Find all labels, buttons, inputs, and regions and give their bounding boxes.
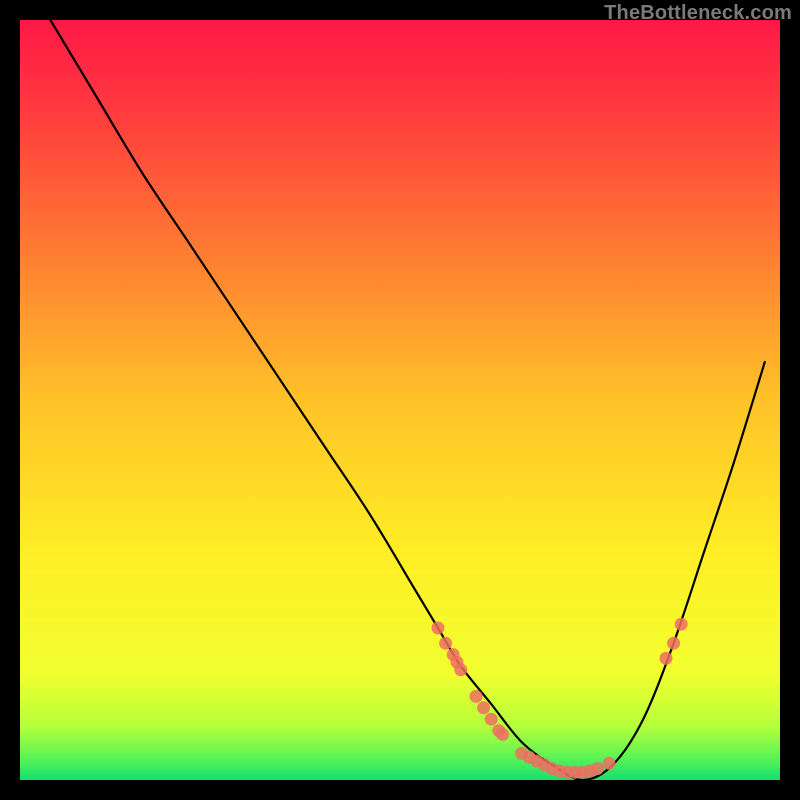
data-marker	[485, 713, 498, 726]
data-marker	[603, 757, 616, 770]
data-marker	[432, 622, 445, 635]
chart-frame: TheBottleneck.com	[0, 0, 800, 800]
data-marker	[591, 762, 604, 775]
data-marker	[470, 690, 483, 703]
plot-area	[20, 20, 780, 780]
data-marker	[667, 637, 680, 650]
data-marker	[675, 618, 688, 631]
data-marker	[454, 663, 467, 676]
data-marker	[477, 701, 490, 714]
watermark-text: TheBottleneck.com	[604, 2, 792, 25]
data-marker	[660, 652, 673, 665]
data-marker	[439, 637, 452, 650]
chart-svg	[20, 20, 780, 780]
data-marker	[496, 728, 509, 741]
